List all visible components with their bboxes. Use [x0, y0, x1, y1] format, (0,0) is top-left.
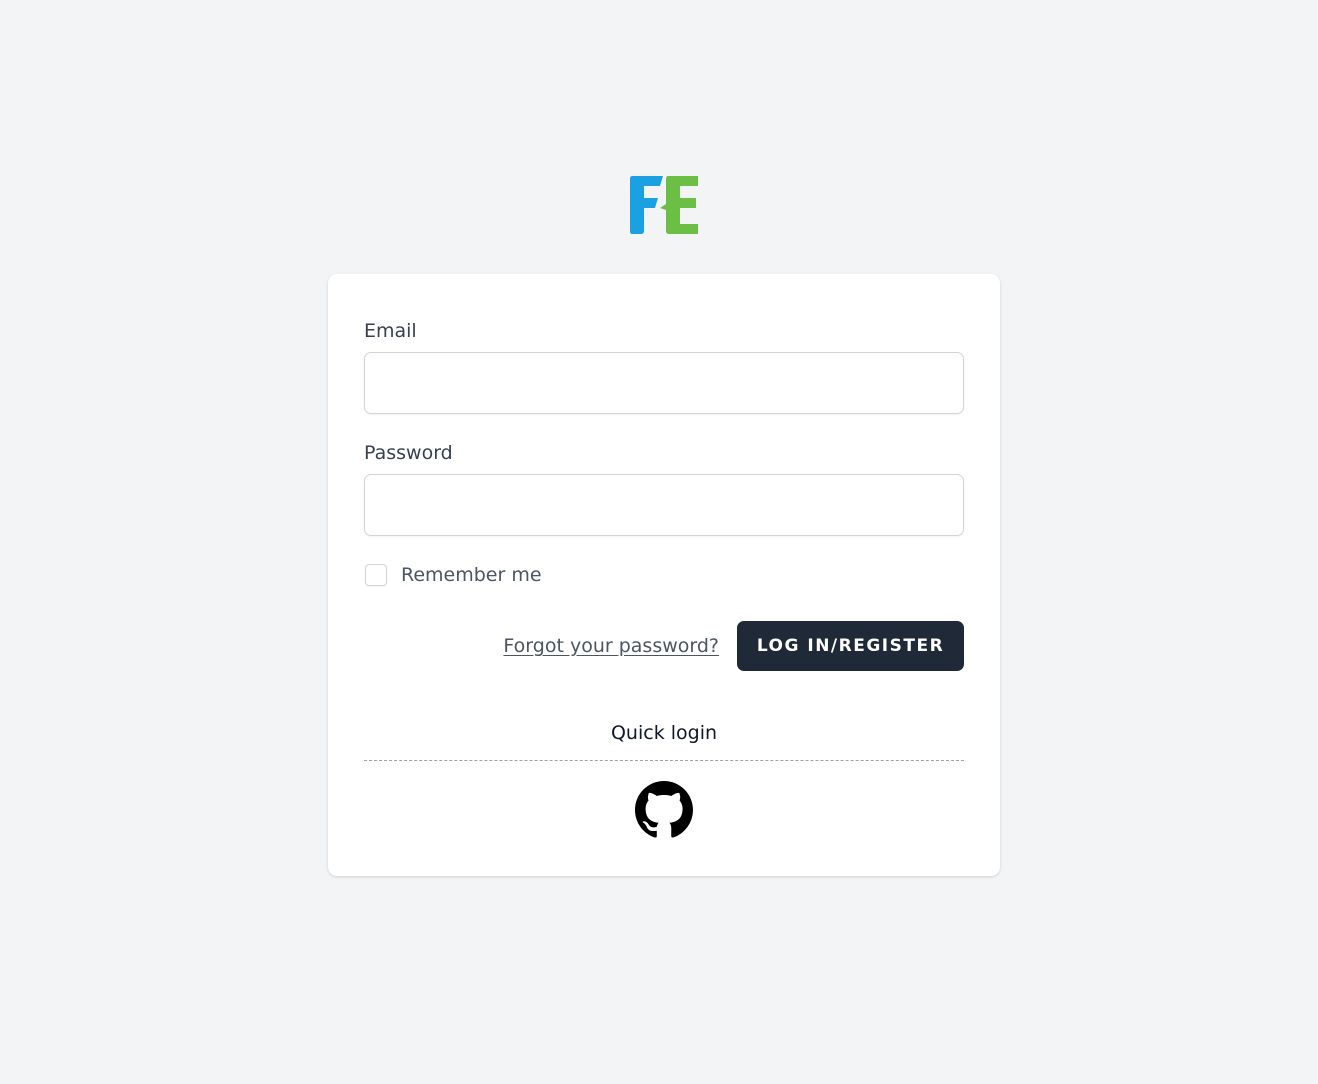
- email-label: Email: [364, 320, 417, 342]
- password-input[interactable]: [364, 474, 964, 536]
- quick-login-title: Quick login: [610, 722, 718, 744]
- forgot-password-link[interactable]: Forgot your password?: [503, 633, 719, 659]
- github-login-button[interactable]: [635, 781, 693, 839]
- login-register-button[interactable]: LOG IN/REGISTER: [737, 621, 964, 671]
- remember-me-label[interactable]: Remember me: [401, 564, 542, 586]
- login-card: Email Password Remember me Forgot your p…: [328, 274, 1000, 876]
- email-input[interactable]: [364, 352, 964, 414]
- remember-me-checkbox[interactable]: [365, 564, 387, 586]
- fe-logo-icon: [630, 176, 698, 234]
- quick-login-divider: [364, 760, 964, 761]
- github-icon: [635, 781, 693, 838]
- remember-me-row[interactable]: Remember me: [364, 562, 542, 588]
- password-label: Password: [364, 442, 453, 464]
